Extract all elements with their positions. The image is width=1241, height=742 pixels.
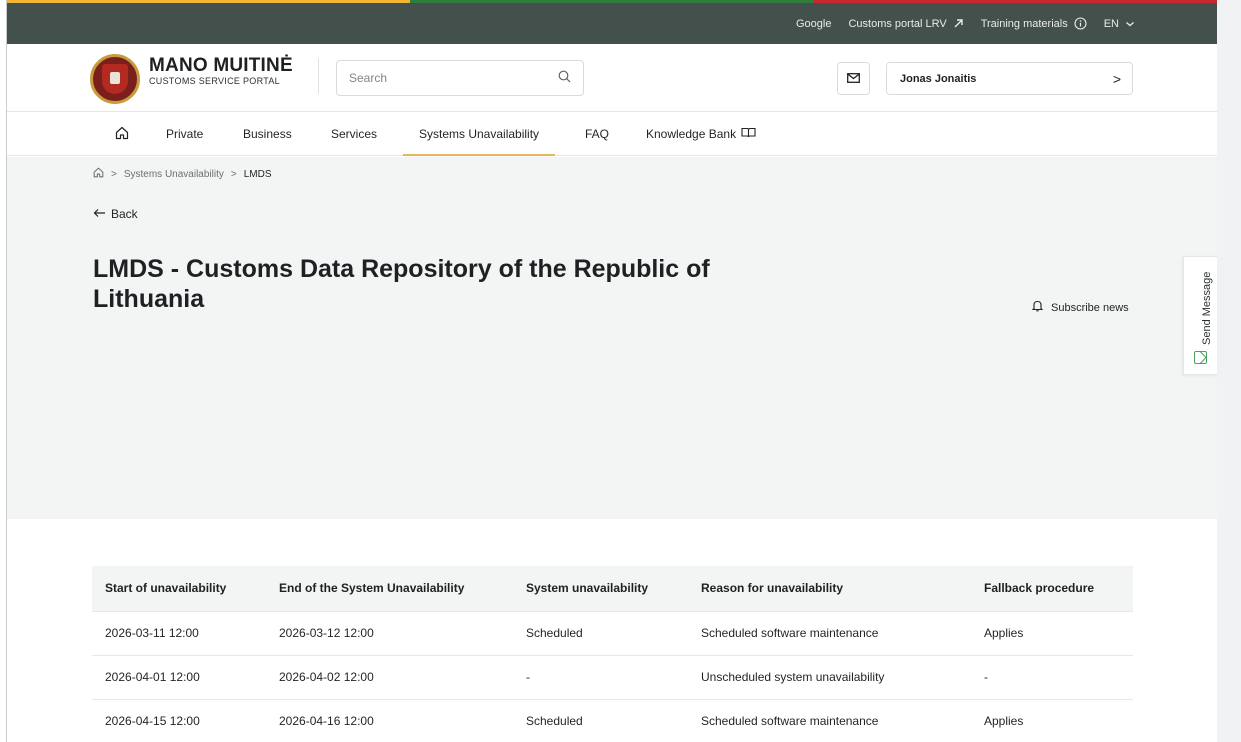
messages-button[interactable] <box>837 62 870 95</box>
breadcrumb-home-icon[interactable] <box>93 167 104 181</box>
book-icon <box>741 112 756 156</box>
table-row: 2026-04-01 12:00 2026-04-02 12:00 - Unsc… <box>92 654 1133 699</box>
table-cell: Unscheduled system unavailability <box>688 654 971 699</box>
page-title: LMDS - Customs Data Repository of the Re… <box>93 255 710 313</box>
scrollbar-track[interactable] <box>1217 0 1241 742</box>
table-cell: Applies <box>971 698 1133 742</box>
column-header: Fallback procedure <box>984 581 1095 596</box>
user-name: Jonas Jonaitis <box>900 72 977 85</box>
table-cell: 2026-04-02 12:00 <box>266 654 513 699</box>
unavailability-table: Start of unavailability End of the Syste… <box>92 566 1133 742</box>
search-box[interactable] <box>336 60 584 96</box>
mail-icon <box>847 70 860 88</box>
brand[interactable]: MANO MUITINĖ CUSTOMS SERVICE PORTAL <box>149 56 293 87</box>
breadcrumb: > Systems Unavailability > LMDS <box>93 167 272 181</box>
nav-item-knowledge-bank[interactable]: Knowledge Bank <box>646 112 756 156</box>
google-link-label: Google <box>795 17 832 30</box>
coat-of-arms-icon[interactable] <box>90 54 140 104</box>
header-divider <box>318 58 319 94</box>
brand-subtitle: CUSTOMS SERVICE PORTAL <box>149 76 280 86</box>
back-label: Back <box>111 207 138 221</box>
search-icon[interactable] <box>558 70 571 86</box>
table-cell: 2026-04-01 12:00 <box>92 654 266 699</box>
customs-portal-link[interactable]: Customs portal LRV <box>848 18 963 30</box>
page-hero: > Systems Unavailability > LMDS Back LMD… <box>7 157 1217 519</box>
language-selector[interactable]: EN <box>1104 18 1135 30</box>
nav-item-faq[interactable]: FAQ <box>585 112 609 156</box>
table-row: 2026-03-11 12:00 2026-03-12 12:00 Schedu… <box>92 610 1133 655</box>
user-menu-button[interactable]: Jonas Jonaitis > <box>886 62 1133 95</box>
training-materials-link-label: Training materials <box>980 17 1068 30</box>
table-cell: Scheduled <box>513 610 688 655</box>
breadcrumb-separator: > <box>111 168 117 180</box>
subscribe-news-button[interactable]: Subscribe news <box>1031 300 1129 315</box>
back-link[interactable]: Back <box>93 207 138 221</box>
column-header: Start of unavailability <box>105 581 227 596</box>
table-cell: Scheduled software maintenance <box>688 698 971 742</box>
table-cell: 2026-03-12 12:00 <box>266 610 513 655</box>
table-cell: 2026-03-11 12:00 <box>92 610 266 655</box>
breadcrumb-separator: > <box>230 168 237 180</box>
table-row: 2026-04-15 12:00 2026-04-16 12:00 Schedu… <box>92 698 1133 742</box>
top-utility-bar: Google Customs portal LRV Training mater… <box>7 3 1217 44</box>
table-cell: 2026-04-16 12:00 <box>266 698 513 742</box>
table-cell: Scheduled software maintenance <box>688 610 971 655</box>
nav-item-systems-unavailability[interactable]: Systems Unavailability <box>403 112 556 156</box>
table-cell: Scheduled <box>513 698 688 742</box>
subscribe-news-label: Subscribe news <box>1051 301 1129 314</box>
language-label: EN <box>1103 17 1119 30</box>
google-link[interactable]: Google <box>796 18 831 30</box>
send-icon <box>1194 351 1207 364</box>
coat-of-arms-shield <box>102 64 128 94</box>
arrow-left-icon <box>93 207 106 221</box>
table-cell: - <box>971 654 1133 699</box>
table-cell: Applies <box>971 610 1133 655</box>
breadcrumb-systems-unavailability[interactable]: Systems Unavailability <box>124 169 224 180</box>
external-arrow-icon <box>953 18 964 29</box>
nav-item-knowledge-bank-label: Knowledge Bank <box>646 127 737 141</box>
column-header: Reason for unavailability <box>701 581 844 596</box>
training-materials-link[interactable]: Training materials <box>981 17 1087 30</box>
search-input[interactable] <box>349 71 558 85</box>
breadcrumb-current: LMDS <box>243 168 272 180</box>
send-message-tab[interactable]: Send Message <box>1183 256 1217 375</box>
info-circle-icon <box>1074 17 1087 30</box>
customs-portal-link-label: Customs portal LRV <box>848 17 947 30</box>
nav-item-services[interactable]: Services <box>331 112 377 156</box>
brand-title: MANO MUITINĖ <box>149 55 293 76</box>
main-navigation: Private Business Services Systems Unavai… <box>7 112 1217 156</box>
table-cell: 2026-04-15 12:00 <box>92 698 266 742</box>
home-icon[interactable] <box>115 126 129 145</box>
column-header: System unavailability <box>526 581 649 596</box>
chevron-down-icon <box>1125 20 1135 28</box>
nav-item-private[interactable]: Private <box>166 112 203 156</box>
table-header-row: Start of unavailability End of the Syste… <box>92 566 1133 611</box>
site-header: MANO MUITINĖ CUSTOMS SERVICE PORTAL Jona… <box>7 44 1217 112</box>
chevron-right-icon: > <box>1112 70 1121 87</box>
table-cell: - <box>513 654 688 699</box>
column-header: End of the System Unavailability <box>279 581 465 596</box>
bell-icon <box>1031 300 1044 315</box>
nav-item-business[interactable]: Business <box>243 112 292 156</box>
send-message-label: Send Message <box>1201 271 1213 345</box>
